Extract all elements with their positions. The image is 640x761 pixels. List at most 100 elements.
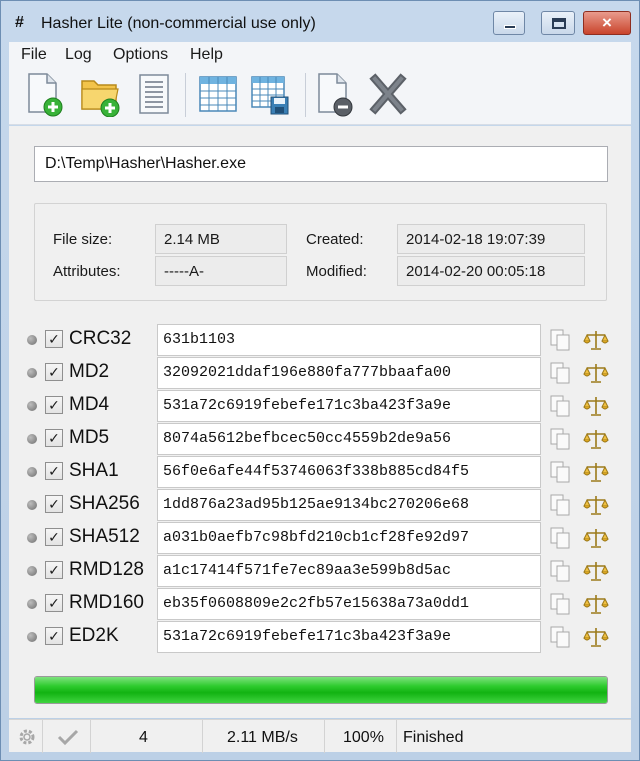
compare-scales-icon[interactable] <box>583 361 609 385</box>
hash-value-field[interactable]: 32092021ddaf196e880fa777bbaafa00 <box>157 357 541 389</box>
menu-log[interactable]: Log <box>65 46 92 64</box>
hash-row-md5: ✓ MD5 8074a5612befbcec50cc4559b2de9a56 <box>27 423 627 455</box>
compare-scales-icon[interactable] <box>583 559 609 583</box>
hash-row-sha1: ✓ SHA1 56f0e6afe44f53746063f338b885cd84f5 <box>27 456 627 488</box>
menu-options[interactable]: Options <box>113 46 168 64</box>
copy-icon[interactable] <box>548 559 572 583</box>
hash-value-field[interactable]: a1c17414f571fe7ec89aa3e599b8d5ac <box>157 555 541 587</box>
hash-name: SHA1 <box>69 460 119 481</box>
compare-scales-icon[interactable] <box>583 526 609 550</box>
menu-bar: File Log Options Help <box>9 42 631 67</box>
maximize-button[interactable] <box>541 11 575 35</box>
copy-icon[interactable] <box>548 493 572 517</box>
modified-value: 2014-02-20 00:05:18 <box>397 256 585 286</box>
hash-row-rmd128: ✓ RMD128 a1c17414f571fe7ec89aa3e599b8d5ac <box>27 555 627 587</box>
add-file-icon[interactable] <box>23 71 65 117</box>
file-path-field[interactable] <box>34 146 608 182</box>
compare-scales-icon[interactable] <box>583 460 609 484</box>
hash-value-field[interactable]: 631b1103 <box>157 324 541 356</box>
status-dot-icon <box>27 566 37 576</box>
created-label: Created: <box>306 231 364 248</box>
hash-value-field[interactable]: 531a72c6919febefe171c3ba423f3a9e <box>157 390 541 422</box>
file-count: 4 <box>139 729 148 746</box>
delete-icon[interactable] <box>367 71 409 117</box>
hash-value-field[interactable]: eb35f0608809e2c2fb57e15638a73a0dd1 <box>157 588 541 620</box>
modified-label: Modified: <box>306 263 367 280</box>
status-bar: 4 2.11 MB/s 100% Finished <box>9 719 631 753</box>
compare-scales-icon[interactable] <box>583 328 609 352</box>
window-title: Hasher Lite (non-commercial use only) <box>41 15 316 32</box>
status-dot-icon <box>27 599 37 609</box>
hash-checkbox[interactable]: ✓ <box>45 528 63 546</box>
copy-icon[interactable] <box>548 427 572 451</box>
maximize-icon <box>552 18 566 29</box>
close-button[interactable]: × <box>583 11 631 35</box>
main-panel: File size: 2.14 MB Attributes: -----A- C… <box>9 126 631 718</box>
hash-name: ED2K <box>69 625 119 646</box>
hash-checkbox[interactable]: ✓ <box>45 429 63 447</box>
hash-value-field[interactable]: 8074a5612befbcec50cc4559b2de9a56 <box>157 423 541 455</box>
hash-name: RMD128 <box>69 559 144 580</box>
title-bar[interactable]: # Hasher Lite (non-commercial use only) … <box>1 1 639 41</box>
hash-checkbox[interactable]: ✓ <box>45 363 63 381</box>
status-dot-icon <box>27 434 37 444</box>
gear-icon[interactable] <box>18 728 36 746</box>
status-text: Finished <box>403 729 464 746</box>
minimize-button[interactable] <box>493 11 525 35</box>
copy-icon[interactable] <box>548 361 572 385</box>
compare-scales-icon[interactable] <box>583 394 609 418</box>
compare-scales-icon[interactable] <box>583 493 609 517</box>
compare-scales-icon[interactable] <box>583 592 609 616</box>
hash-name: SHA512 <box>69 526 140 547</box>
hash-checkbox[interactable]: ✓ <box>45 495 63 513</box>
hash-value-field[interactable]: 56f0e6afe44f53746063f338b885cd84f5 <box>157 456 541 488</box>
hash-row-md4: ✓ MD4 531a72c6919febefe171c3ba423f3a9e <box>27 390 627 422</box>
hash-checkbox[interactable]: ✓ <box>45 396 63 414</box>
file-size-label: File size: <box>53 231 113 248</box>
status-dot-icon <box>27 632 37 642</box>
file-info-group: File size: 2.14 MB Attributes: -----A- C… <box>34 203 607 301</box>
copy-icon[interactable] <box>548 328 572 352</box>
remove-file-icon[interactable] <box>313 71 355 117</box>
hash-name: RMD160 <box>69 592 144 613</box>
status-dot-icon <box>27 401 37 411</box>
progress-fill <box>35 677 607 703</box>
hash-name: MD4 <box>69 394 110 415</box>
copy-icon[interactable] <box>548 526 572 550</box>
copy-icon[interactable] <box>548 394 572 418</box>
copy-icon[interactable] <box>548 625 572 649</box>
copy-icon[interactable] <box>548 460 572 484</box>
save-table-icon[interactable] <box>249 71 291 117</box>
hash-row-md2: ✓ MD2 32092021ddaf196e880fa777bbaafa00 <box>27 357 627 389</box>
check-icon[interactable] <box>57 728 79 746</box>
text-document-icon[interactable] <box>133 71 175 117</box>
hash-row-crc32: ✓ CRC32 631b1103 <box>27 324 627 356</box>
menu-file[interactable]: File <box>21 46 47 64</box>
compare-scales-icon[interactable] <box>583 427 609 451</box>
status-dot-icon <box>27 335 37 345</box>
hash-value-field[interactable]: 531a72c6919febefe171c3ba423f3a9e <box>157 621 541 653</box>
hash-checkbox[interactable]: ✓ <box>45 462 63 480</box>
status-dot-icon <box>27 368 37 378</box>
hash-value-field[interactable]: a031b0aefb7c98bfd210cb1cf28fe92d97 <box>157 522 541 554</box>
table-icon[interactable] <box>197 71 239 117</box>
hash-row-rmd160: ✓ RMD160 eb35f0608809e2c2fb57e15638a73a0dd… <box>27 588 627 620</box>
close-icon: × <box>602 13 612 32</box>
minimize-icon <box>504 25 516 29</box>
hash-checkbox[interactable]: ✓ <box>45 330 63 348</box>
hash-row-sha512: ✓ SHA512 a031b0aefb7c98bfd210cb1cf28fe92d9… <box>27 522 627 554</box>
hash-checkbox[interactable]: ✓ <box>45 561 63 579</box>
toolbar <box>9 67 631 125</box>
progress-percent: 100% <box>343 729 384 746</box>
hash-checkbox[interactable]: ✓ <box>45 627 63 645</box>
hash-row-sha256: ✓ SHA256 1dd876a23ad95b125ae9134bc270206e6… <box>27 489 627 521</box>
hash-value-field[interactable]: 1dd876a23ad95b125ae9134bc270206e68 <box>157 489 541 521</box>
progress-bar <box>34 676 608 704</box>
app-icon: # <box>15 14 24 31</box>
copy-icon[interactable] <box>548 592 572 616</box>
menu-help[interactable]: Help <box>190 46 223 64</box>
compare-scales-icon[interactable] <box>583 625 609 649</box>
add-folder-icon[interactable] <box>79 71 121 117</box>
hash-name: CRC32 <box>69 328 132 349</box>
hash-checkbox[interactable]: ✓ <box>45 594 63 612</box>
